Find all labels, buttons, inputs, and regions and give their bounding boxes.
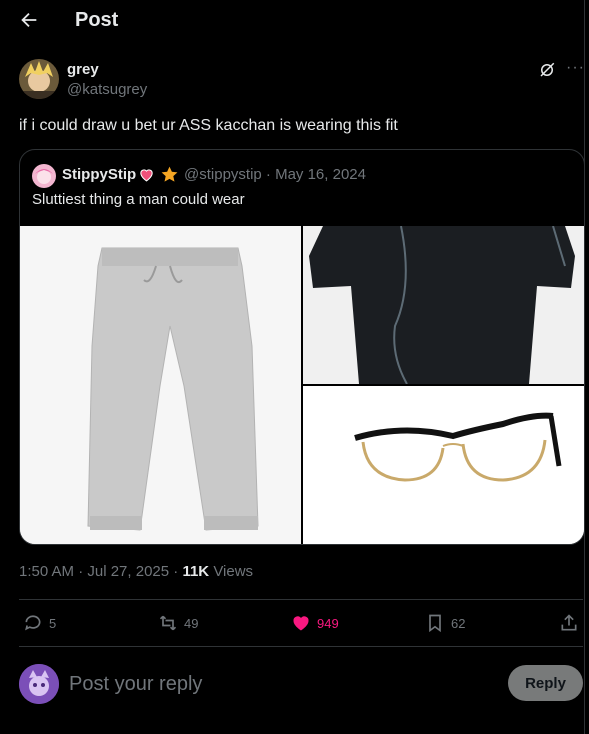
sweatpants-image[interactable] (20, 226, 301, 544)
grok-icon[interactable] (538, 61, 556, 79)
quoted-post[interactable]: StippyStip @stippystip · May 16, 2024 Sl… (19, 149, 585, 545)
heart-filled-icon (293, 616, 309, 631)
quote-author-avatar (32, 164, 56, 188)
reply-submit-button[interactable]: Reply (508, 665, 583, 701)
share-icon (561, 614, 577, 631)
more-options-icon[interactable]: ··· (566, 59, 585, 77)
glasses-image[interactable] (303, 386, 584, 544)
quote-text: Sluttiest thing a man could wear (32, 191, 245, 208)
post-timestamp: 1:50 AM · Jul 27, 2025 · 11K Views (19, 563, 253, 580)
quote-meta: @stippystip · May 16, 2024 (184, 166, 366, 183)
bookmark-icon (429, 614, 441, 633)
repost-button[interactable]: 49 (158, 612, 198, 634)
reply-icon (25, 615, 41, 631)
timestamp-text: 1:50 AM · Jul 27, 2025 · (19, 563, 183, 580)
views-label: Views (213, 563, 254, 580)
compression-shirt-image[interactable] (303, 226, 584, 384)
like-count: 949 (317, 615, 339, 631)
page-title: Post (75, 9, 119, 31)
author-name[interactable]: grey (67, 61, 99, 78)
quote-author-name: StippyStip (62, 166, 137, 183)
back-arrow-icon[interactable] (18, 9, 40, 31)
divider (19, 646, 583, 647)
star-emoji-icon (161, 166, 178, 182)
author-handle[interactable]: @katsugrey (67, 81, 147, 98)
header: Post (0, 0, 580, 42)
like-button[interactable]: 949 (291, 612, 339, 634)
repost-count: 49 (184, 615, 199, 631)
bookmark-count: 62 (451, 615, 466, 631)
divider (19, 599, 583, 600)
author-avatar[interactable] (19, 59, 59, 99)
reply-input[interactable] (69, 671, 489, 697)
repost-icon (159, 615, 177, 631)
reply-button[interactable]: 5 (23, 612, 56, 634)
bookmark-button[interactable]: 62 (425, 612, 465, 634)
views-count: 11K (182, 563, 210, 580)
user-avatar[interactable] (19, 664, 59, 704)
reply-count: 5 (49, 615, 57, 631)
share-button[interactable] (559, 612, 585, 634)
post-text: if i could draw u bet ur ASS kacchan is … (19, 117, 398, 134)
heart-emoji-icon (140, 169, 153, 182)
